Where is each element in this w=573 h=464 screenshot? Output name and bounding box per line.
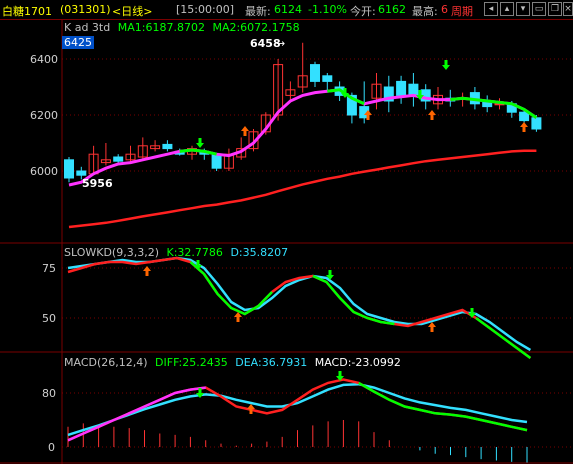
kd-buy-arrow-icon xyxy=(143,266,151,276)
candle-body xyxy=(322,75,333,82)
macd-buy-arrow-icon xyxy=(247,404,255,414)
kd-d-line xyxy=(67,256,532,352)
y-tick-6200: 6200 xyxy=(30,109,58,122)
macd-legend: MACD(26,12,4) DIFF:25.2435 DEA:36.7931 M… xyxy=(64,356,405,369)
ma2-label: MA2:6072.1758 xyxy=(212,21,300,34)
buy-arrow-icon xyxy=(520,122,528,132)
y-tick-6400: 6400 xyxy=(30,53,58,66)
kd-k-green-segment xyxy=(312,274,395,326)
kd-buy-arrow-icon xyxy=(428,322,436,332)
ma2-line xyxy=(68,149,537,229)
ma1-line-green-segment xyxy=(179,148,217,156)
macd-title: MACD(26,12,4) xyxy=(64,356,148,369)
candle-body xyxy=(162,143,173,150)
main-legend: K ad 3td MA1:6187.8702 MA2:6072.1758 xyxy=(64,21,304,34)
chart-canvas: 6400 6200 6000 75 50 80 0 6458 → 5956 xyxy=(0,20,573,464)
sell-arrow-icon xyxy=(442,60,450,70)
candle-body xyxy=(76,170,87,176)
macd-y-tick-80: 80 xyxy=(42,387,56,400)
kd-k-green-segment xyxy=(189,261,273,316)
buy-arrow-icon xyxy=(241,126,249,136)
macd-diff-label: DIFF:25.2435 xyxy=(155,356,228,369)
y-tick-6000: 6000 xyxy=(30,165,58,178)
kd-k-label: K:32.7786 xyxy=(166,246,223,259)
candle-body xyxy=(531,117,542,130)
buy-arrow-icon xyxy=(428,110,436,120)
candle-body xyxy=(396,80,407,96)
cursor-price-label: 6425 xyxy=(62,36,94,49)
kd-legend: SLOWKD(9,3,3,2) K:32.7786 D:35.8207 xyxy=(64,246,292,259)
kd-title: SLOWKD(9,3,3,2) xyxy=(64,246,160,259)
kd-k-line xyxy=(67,256,532,360)
low-marker: 5956 xyxy=(82,177,113,190)
candle-body xyxy=(408,83,419,96)
candle-body xyxy=(113,156,124,162)
macd-value-label: MACD:-23.0992 xyxy=(314,356,401,369)
candle-body xyxy=(211,153,222,169)
macd-dea-label: DEA:36.7931 xyxy=(235,356,308,369)
ma1-label: MA1:6187.8702 xyxy=(117,21,205,34)
macd-y-tick-0: 0 xyxy=(48,441,55,454)
main-title: K ad 3td xyxy=(64,21,111,34)
macd-diff-colored-segment xyxy=(67,386,206,442)
candle-body xyxy=(519,111,530,122)
kd-y-tick-50: 50 xyxy=(42,312,56,325)
kd-d-label: D:35.8207 xyxy=(230,246,289,259)
candle-body xyxy=(64,159,74,179)
candle-body xyxy=(310,64,320,82)
kd-y-tick-75: 75 xyxy=(42,262,56,275)
high-arrow-icon: → xyxy=(276,37,285,50)
sell-arrow-icon xyxy=(196,138,204,148)
